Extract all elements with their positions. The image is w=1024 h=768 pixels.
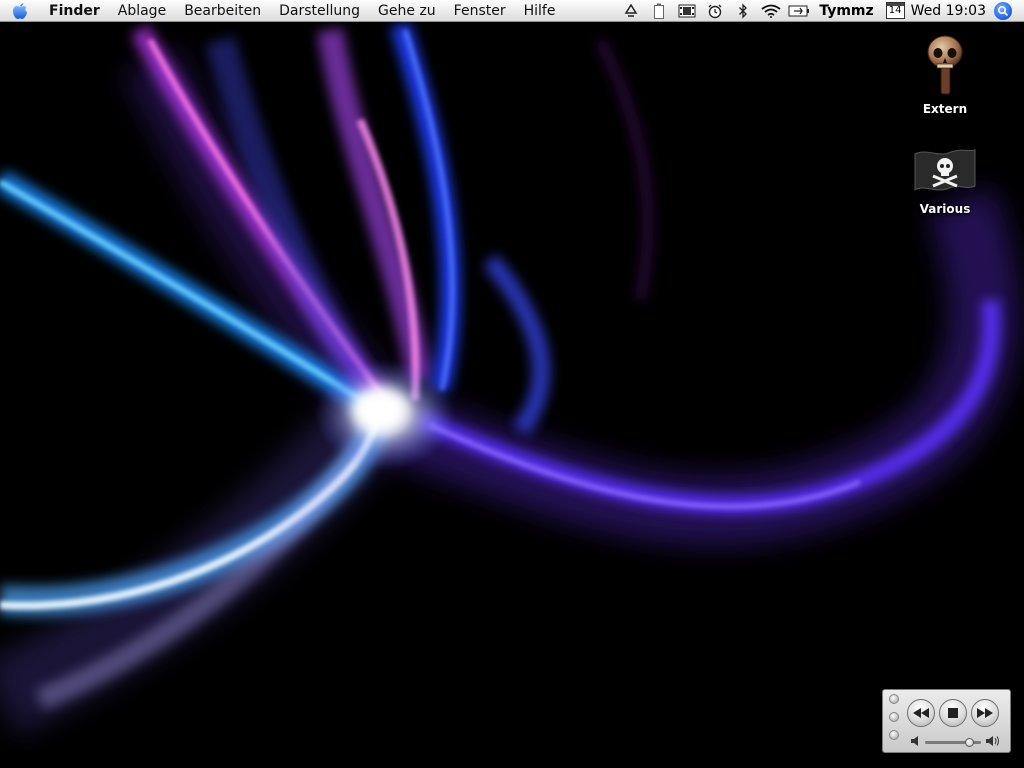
skull-drive-icon: [927, 35, 963, 95]
power-plug-icon[interactable]: [785, 0, 813, 22]
aurora-wallpaper-graphic: [0, 22, 1019, 736]
itunes-mini-player[interactable]: [882, 689, 1011, 753]
sync-icon[interactable]: [617, 0, 645, 22]
volume-low-icon: [911, 736, 918, 746]
menu-gehe-zu[interactable]: Gehe zu: [369, 0, 445, 22]
desktop-icon-label: Various: [919, 202, 971, 216]
spotlight-search-icon[interactable]: [994, 1, 1012, 20]
menu-extras: Tymmz 14 Wed 19:03: [617, 0, 1024, 22]
minimize-button[interactable]: [889, 712, 899, 722]
volume-high-icon: [986, 736, 999, 746]
wifi-icon[interactable]: [757, 0, 785, 22]
desktop-wallpaper: [0, 22, 1024, 768]
fast-forward-icon: [977, 708, 993, 718]
stop-icon: [948, 708, 958, 718]
menu-bar: Finder Ablage Bearbeiten Darstellung Geh…: [0, 0, 1024, 22]
alarm-clock-icon[interactable]: [701, 0, 729, 22]
apple-menu[interactable]: [0, 0, 40, 22]
rewind-icon: [913, 708, 929, 718]
menu-hilfe[interactable]: Hilfe: [515, 0, 565, 22]
apple-logo-icon: [13, 2, 27, 19]
bluetooth-icon[interactable]: [729, 0, 757, 22]
menu-clock[interactable]: Wed 19:03: [909, 0, 994, 22]
menu-fenster[interactable]: Fenster: [445, 0, 515, 22]
menu-bearbeiten[interactable]: Bearbeiten: [175, 0, 270, 22]
desktop-icon-various[interactable]: Various: [900, 146, 990, 216]
close-button[interactable]: [889, 694, 899, 704]
stop-button[interactable]: [939, 699, 967, 727]
menu-finder[interactable]: Finder: [40, 0, 109, 22]
pirate-flag-icon: [914, 149, 976, 191]
user-name[interactable]: Tymmz: [813, 0, 879, 22]
desktop-icon-extern[interactable]: Extern: [900, 34, 990, 116]
calendar-icon[interactable]: 14: [885, 2, 905, 19]
film-icon[interactable]: [673, 0, 701, 22]
menu-ablage[interactable]: Ablage: [109, 0, 175, 22]
battery-icon[interactable]: [645, 0, 673, 22]
fast-forward-button[interactable]: [971, 699, 999, 727]
rewind-button[interactable]: [907, 699, 935, 727]
zoom-button[interactable]: [889, 730, 899, 740]
volume-slider[interactable]: [925, 738, 981, 747]
volume-slider-knob[interactable]: [964, 738, 974, 747]
desktop-icon-label: Extern: [922, 102, 968, 116]
menu-darstellung[interactable]: Darstellung: [270, 0, 369, 22]
